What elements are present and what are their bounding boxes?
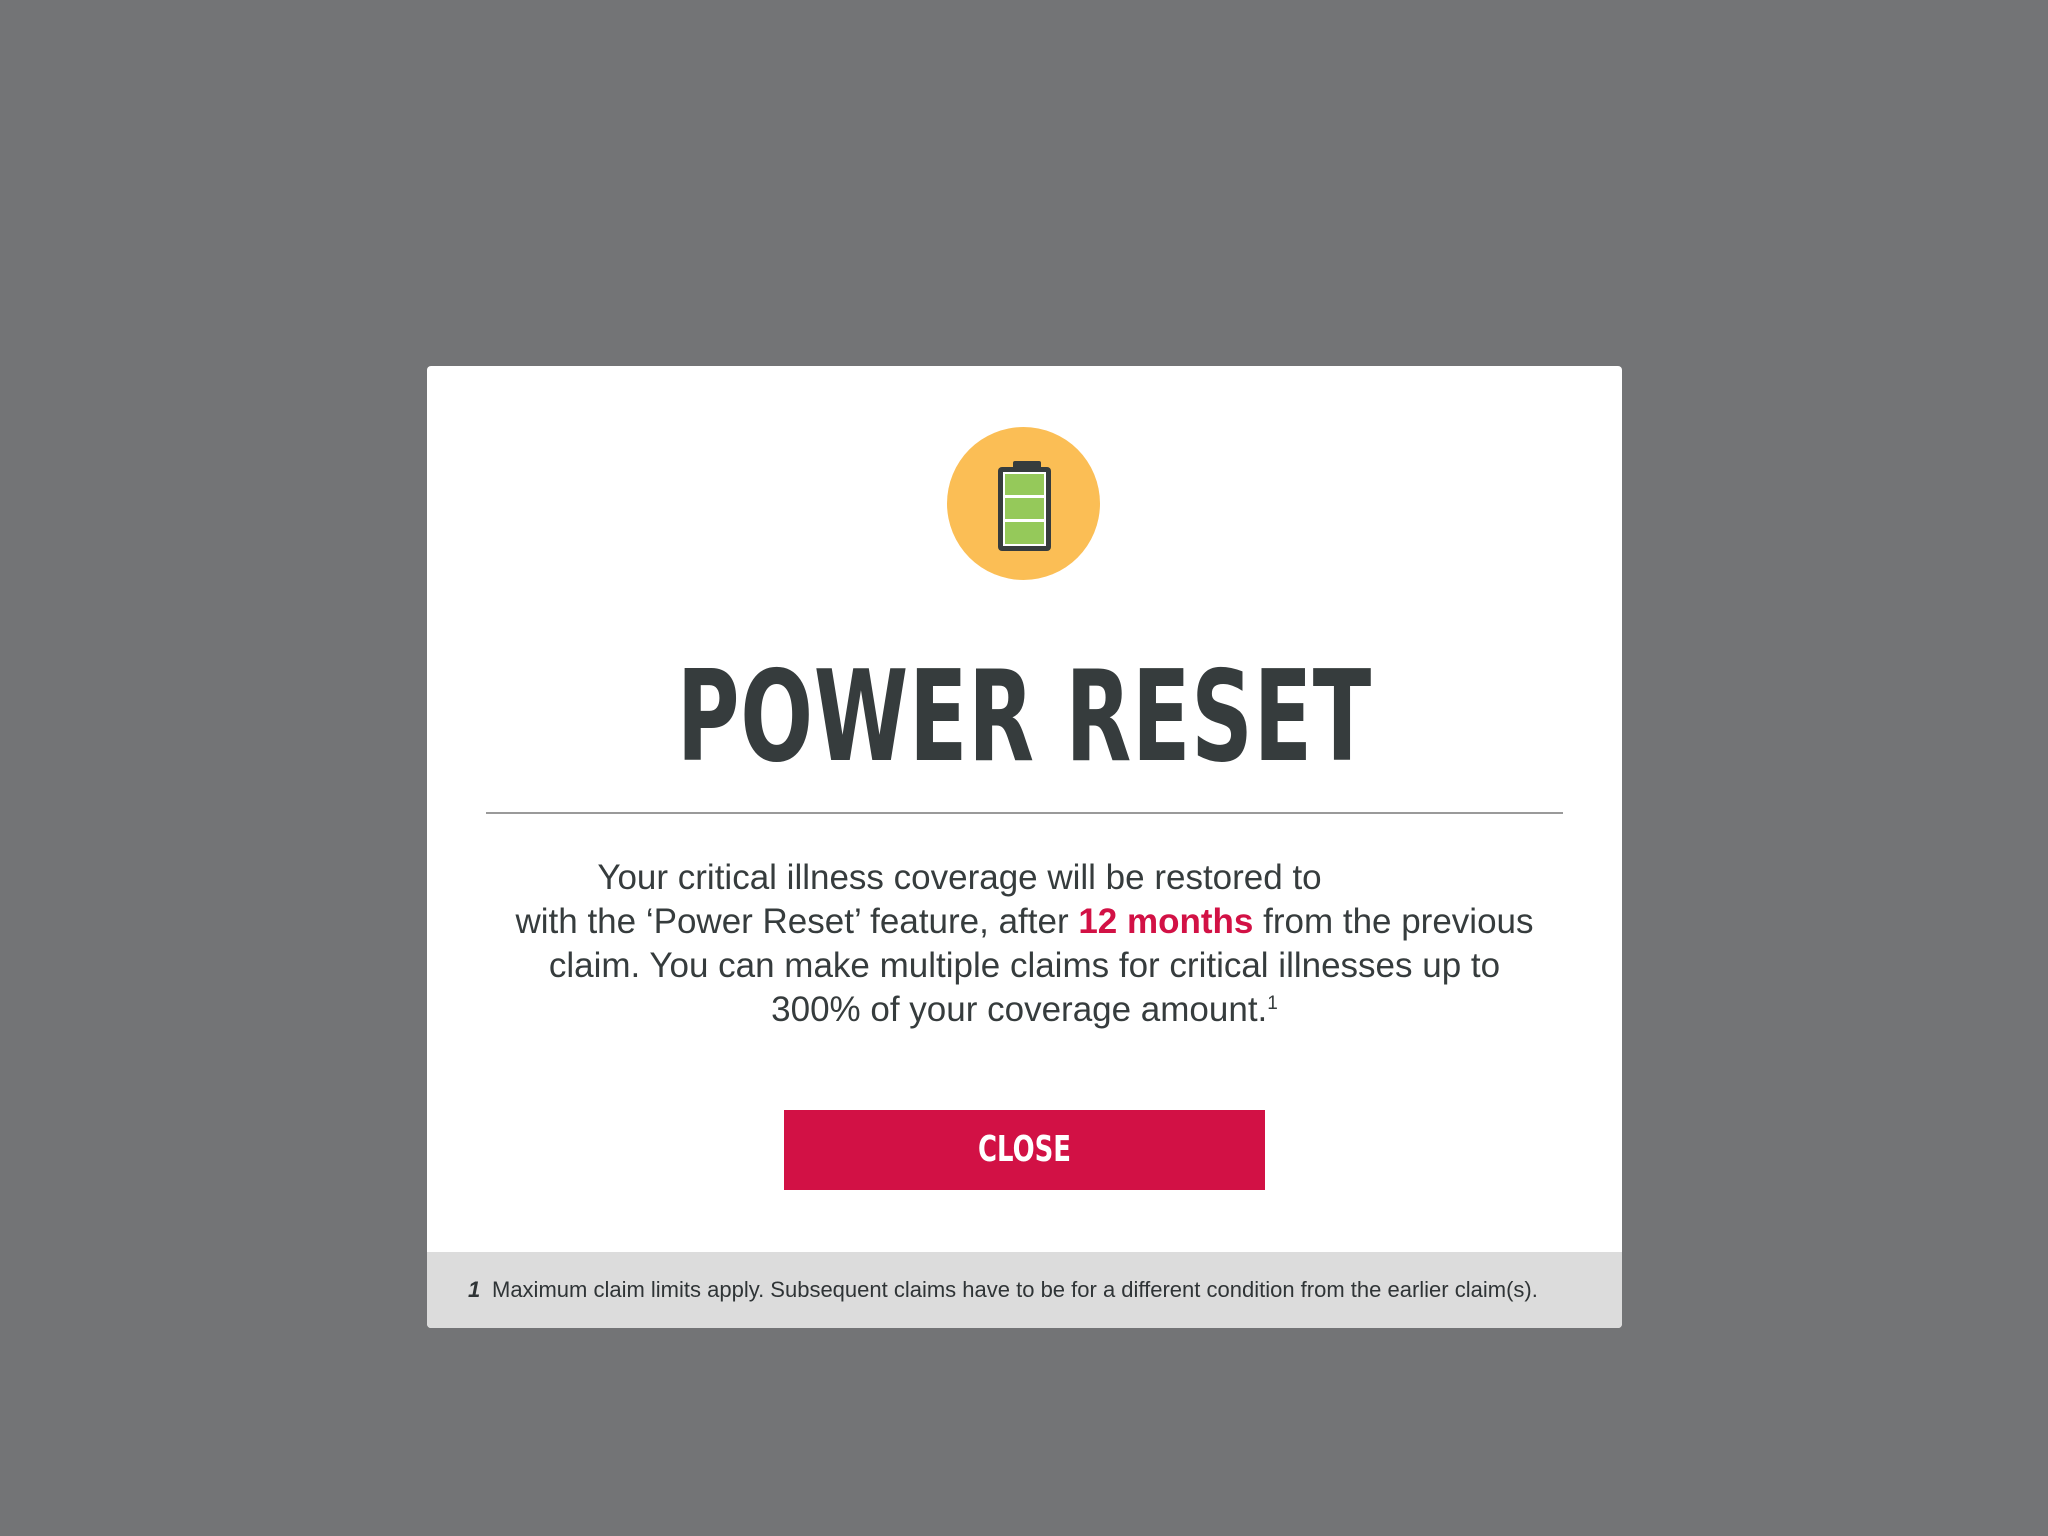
body-line-4: 300% of your coverage amount.1	[427, 988, 1622, 1032]
modal-body-text: Your critical illness coverage will be r…	[427, 856, 1622, 1032]
footnote-bar: 1 Maximum claim limits apply. Subsequent…	[427, 1252, 1622, 1328]
footnote-number: 1	[468, 1277, 481, 1302]
close-button[interactable]: CLOSE	[784, 1110, 1265, 1190]
footnote-text: Maximum claim limits apply. Subsequent c…	[492, 1277, 1538, 1302]
power-reset-modal: POWER RESET Your critical illness covera…	[427, 366, 1622, 1328]
title-divider	[486, 812, 1563, 814]
body-line-2-end: from the previous	[1253, 902, 1534, 941]
body-line-1: Your critical illness coverage will be r…	[597, 858, 1322, 897]
modal-title: POWER RESET	[676, 643, 1372, 790]
footnote-reference: 1	[1267, 993, 1278, 1014]
body-line-2-start: with the ‘Power Reset’ feature, after	[515, 902, 1079, 941]
body-line-4-text: 300% of your coverage amount.	[771, 990, 1268, 1029]
battery-full-icon	[947, 427, 1100, 580]
body-line-2: with the ‘Power Reset’ feature, after 12…	[427, 900, 1622, 944]
duration-highlight: 12 months	[1078, 902, 1254, 941]
close-button-label: CLOSE	[977, 1129, 1072, 1170]
body-line-3: claim. You can make multiple claims for …	[548, 946, 1501, 985]
